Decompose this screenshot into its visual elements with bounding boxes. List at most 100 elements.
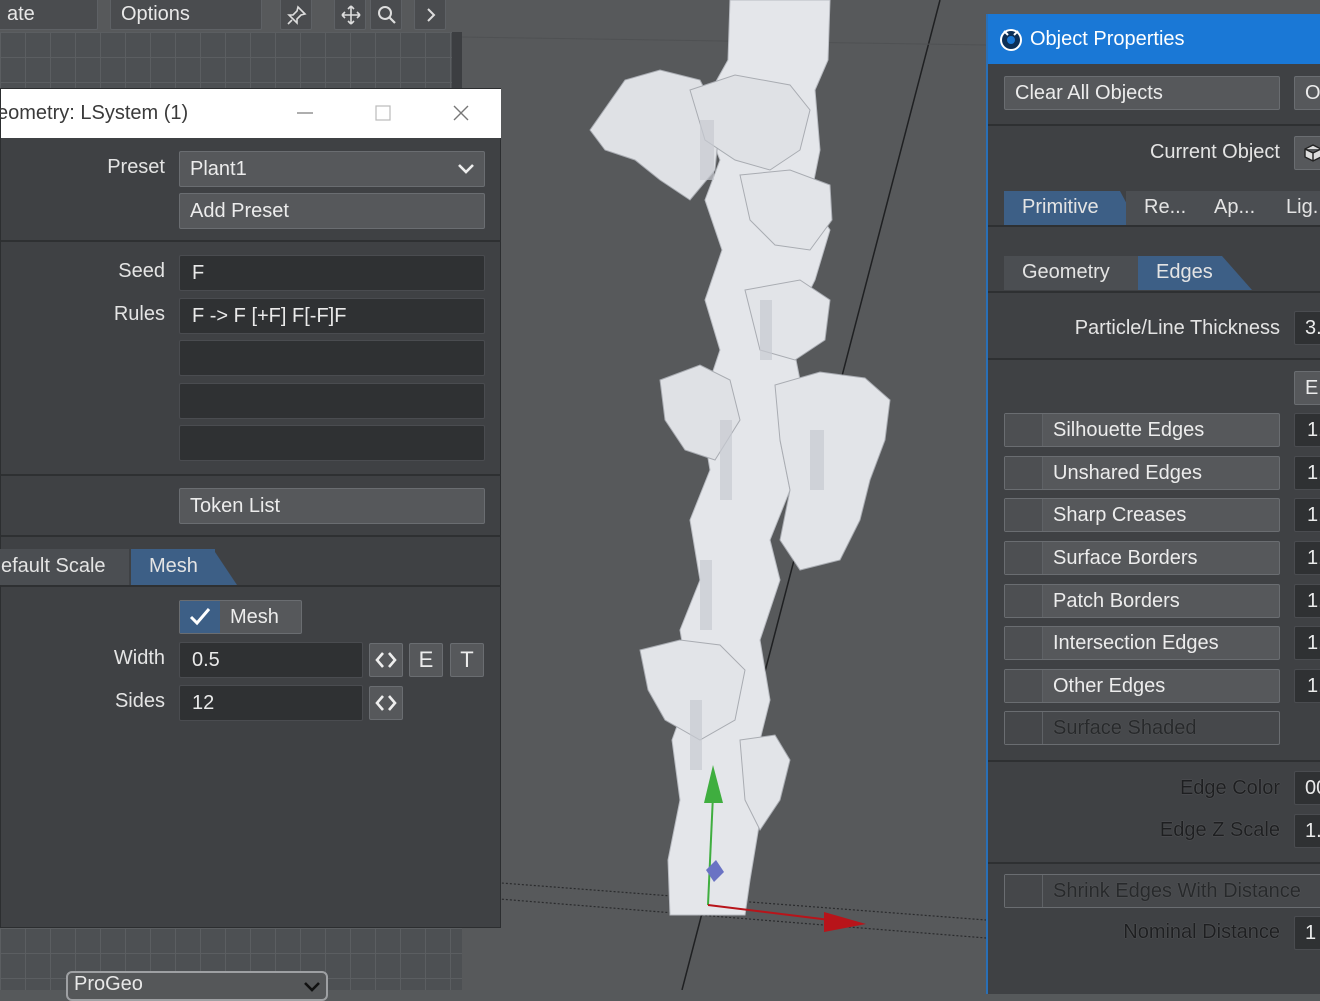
edge-toggle-label: Unshared Edges (1053, 462, 1202, 484)
width-drag-button[interactable] (369, 643, 403, 677)
chevron-down-icon (458, 164, 474, 174)
edges-options-label: E (1305, 377, 1319, 399)
preset-value: Plant1 (190, 158, 247, 180)
preset-label: Preset (107, 156, 165, 178)
sides-drag-button[interactable] (369, 686, 403, 720)
edge-z-scale-value: 1. (1305, 820, 1320, 842)
current-object-dropdown[interactable] (1294, 136, 1320, 170)
tab-render[interactable]: Re... (1126, 191, 1208, 225)
edge-value: 1. (1307, 419, 1320, 441)
partial-button-label: O (1305, 82, 1320, 104)
other-edges-toggle[interactable]: Other Edges (1004, 669, 1280, 703)
cube-icon (1304, 144, 1320, 162)
silhouette-edges-toggle[interactable]: Silhouette Edges (1004, 413, 1280, 447)
divider (1, 474, 501, 476)
tab-default-scale[interactable]: efault Scale (0, 549, 129, 585)
seed-label: Seed (118, 260, 165, 282)
object-properties-titlebar[interactable]: Object Properties (988, 14, 1320, 64)
edge-value: 1. (1307, 590, 1320, 612)
rule-value: F -> F [+F] F[-F]F (192, 305, 347, 327)
unshared-edges-toggle[interactable]: Unshared Edges (1004, 456, 1280, 490)
rule-input-1[interactable]: F -> F [+F] F[-F]F (179, 298, 485, 334)
surface-borders-value[interactable]: 1. (1294, 541, 1320, 575)
toolbar-button-label: Options (121, 3, 190, 25)
tab-edges[interactable]: Edges (1138, 256, 1222, 290)
patch-borders-value[interactable]: 1. (1294, 584, 1320, 618)
rule-input-3[interactable] (179, 383, 485, 419)
edge-toggle-label: Patch Borders (1053, 590, 1180, 612)
other-edges-value[interactable]: 1. (1294, 669, 1320, 703)
toolbar-button-create[interactable]: ate (0, 0, 98, 30)
close-icon (453, 105, 469, 121)
divider (1, 585, 501, 587)
width-value: 0.5 (192, 649, 220, 671)
tab-label: Mesh (149, 555, 198, 577)
grid-line (461, 36, 987, 46)
chevron-right-icon (427, 8, 436, 22)
thickness-input[interactable]: 3. (1294, 311, 1320, 345)
edge-color-label: Edge Color (1179, 777, 1280, 799)
toggle-box (1005, 670, 1043, 702)
progeo-dropdown[interactable]: ProGeo (66, 971, 328, 1001)
partial-toolbar-button[interactable]: O (1294, 76, 1320, 110)
more-button[interactable] (414, 0, 446, 30)
divider (988, 862, 1320, 864)
sharp-creases-value[interactable]: 1. (1294, 498, 1320, 532)
maximize-button[interactable] (353, 89, 413, 138)
tab-lights[interactable]: Lig... (1270, 191, 1320, 225)
preset-dropdown[interactable]: Plant1 (179, 151, 485, 187)
rule-input-2[interactable] (179, 340, 485, 376)
toolbar-button-options[interactable]: Options (110, 0, 262, 30)
edge-toggle-label: Silhouette Edges (1053, 419, 1205, 441)
edge-value: 1. (1307, 504, 1320, 526)
tab-appearance[interactable]: Ap... (1198, 191, 1272, 225)
token-list-button[interactable]: Token List (179, 488, 485, 524)
intersection-edges-value[interactable]: 1. (1294, 626, 1320, 660)
edges-options-button[interactable]: E (1294, 371, 1320, 405)
nominal-distance-input[interactable]: 1 (1294, 916, 1320, 950)
edge-color-input[interactable]: 00 (1294, 771, 1320, 805)
edge-toggle-label: Surface Shaded (1053, 717, 1197, 739)
tab-mesh[interactable]: Mesh (131, 549, 215, 585)
edge-z-scale-input[interactable]: 1. (1294, 814, 1320, 848)
silhouette-edges-value[interactable]: 1. (1294, 413, 1320, 447)
add-preset-label: Add Preset (190, 200, 289, 222)
shrink-edges-toggle[interactable]: Shrink Edges With Distance (1004, 874, 1320, 908)
zoom-button[interactable] (370, 0, 402, 30)
texture-button[interactable]: T (450, 643, 484, 677)
patch-borders-toggle[interactable]: Patch Borders (1004, 584, 1280, 618)
lsystem-titlebar[interactable]: eometry: LSystem (1) (0, 89, 501, 138)
checkbox-box (180, 601, 220, 633)
toggle-box (1005, 875, 1043, 907)
add-preset-button[interactable]: Add Preset (179, 193, 485, 229)
width-label: Width (113, 647, 165, 669)
drag-arrows-icon (375, 695, 397, 711)
intersection-edges-toggle[interactable]: Intersection Edges (1004, 626, 1280, 660)
mesh-checkbox[interactable]: Mesh (179, 600, 302, 634)
minimize-button[interactable] (275, 89, 335, 138)
nominal-distance-label: Nominal Distance (1123, 921, 1280, 943)
surface-borders-toggle[interactable]: Surface Borders (1004, 541, 1280, 575)
left-panel-scrollbar[interactable] (452, 32, 462, 90)
shrink-edges-label: Shrink Edges With Distance (1053, 880, 1301, 902)
surface-shaded-toggle[interactable]: Surface Shaded (1004, 711, 1280, 745)
left-panel-grid (0, 32, 462, 90)
envelope-button[interactable]: E (409, 643, 443, 677)
unshared-edges-value[interactable]: 1. (1294, 456, 1320, 490)
divider (988, 225, 1320, 227)
seed-input[interactable]: F (179, 255, 485, 291)
tab-geometry[interactable]: Geometry (1004, 256, 1138, 290)
close-button[interactable] (431, 89, 491, 138)
toggle-box (1005, 627, 1043, 659)
rule-input-4[interactable] (179, 425, 485, 461)
sides-input[interactable]: 12 (179, 685, 363, 721)
move-button[interactable] (334, 0, 366, 30)
tab-label: Geometry (1022, 261, 1110, 283)
tab-label: Lig... (1286, 196, 1320, 218)
edge-value: 1. (1307, 547, 1320, 569)
width-input[interactable]: 0.5 (179, 642, 363, 678)
clear-all-objects-button[interactable]: Clear All Objects (1004, 76, 1280, 110)
sharp-creases-toggle[interactable]: Sharp Creases (1004, 498, 1280, 532)
pin-button[interactable] (280, 0, 312, 30)
tab-primitive[interactable]: Primitive (1004, 191, 1120, 225)
